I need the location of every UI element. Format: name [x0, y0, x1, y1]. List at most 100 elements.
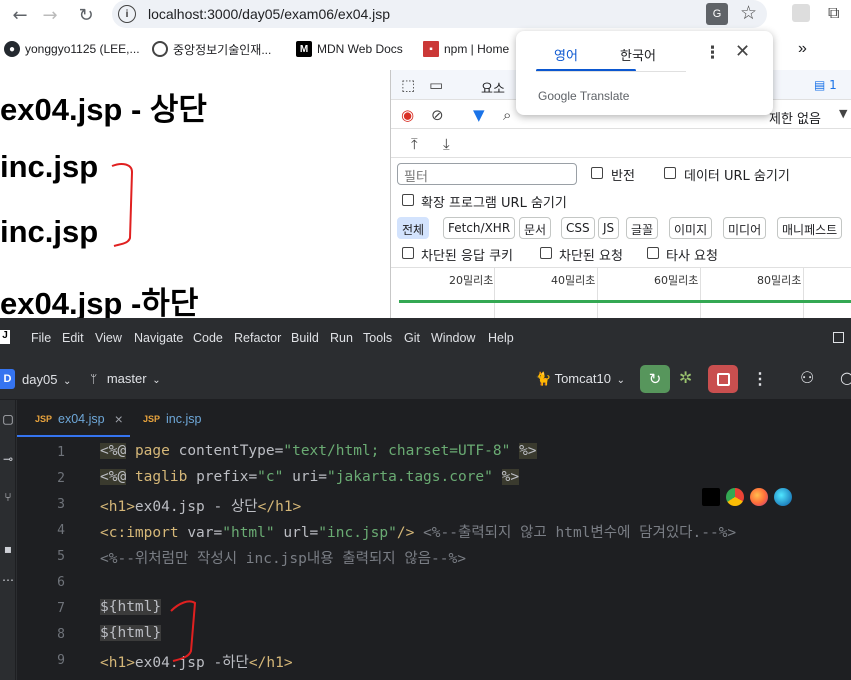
filter-chip-css[interactable]: CSS: [561, 217, 595, 239]
tab-label: inc.jsp: [166, 411, 202, 426]
back-arrow-icon[interactable]: ←: [8, 3, 32, 27]
code-line-2: <%@ taglib prefix="c" uri="jakarta.tags.…: [100, 469, 520, 485]
more-tools-icon[interactable]: …: [0, 570, 16, 584]
timeline-load-bar: [399, 300, 851, 303]
menu-build[interactable]: Build: [291, 331, 319, 345]
menu-run[interactable]: Run: [330, 331, 353, 345]
blocked-requests-checkbox[interactable]: [540, 247, 552, 259]
structure-icon[interactable]: ▪: [0, 542, 16, 556]
tab-elements[interactable]: 요소: [481, 78, 505, 97]
translate-icon[interactable]: G: [706, 3, 728, 25]
project-selector[interactable]: day05 ⌄: [22, 372, 71, 387]
throttle-select[interactable]: 제한 없음: [769, 108, 821, 127]
debug-bug-icon[interactable]: ✲: [679, 368, 692, 387]
bookmark-github[interactable]: ● yonggyo1125 (LEE,...: [4, 40, 140, 58]
hide-extension-url-checkbox[interactable]: [402, 194, 414, 206]
filter-input[interactable]: 필터: [397, 163, 577, 185]
code-editor[interactable]: 1 2 3 4 5 6 7 8 9 <%@ page contentType="…: [17, 437, 851, 680]
address-bar[interactable]: i localhost:3000/day05/exam06/ex04.jsp G…: [112, 0, 767, 28]
invert-checkbox[interactable]: [591, 167, 603, 179]
tab-ex04-jsp[interactable]: JSP ex04.jsp ×: [35, 400, 123, 437]
bookmark-mdn[interactable]: M MDN Web Docs: [296, 40, 403, 58]
reload-icon[interactable]: ↻: [74, 3, 98, 27]
filter-chip-fetch-xhr[interactable]: Fetch/XHR: [443, 217, 516, 239]
translate-tab-target[interactable]: 한국어: [588, 45, 688, 64]
hide-data-url-checkbox[interactable]: [664, 167, 676, 179]
tab-inc-jsp[interactable]: JSP inc.jsp: [143, 400, 201, 437]
line-number: 7: [57, 601, 65, 616]
filter-chip-doc[interactable]: 문서: [519, 217, 552, 239]
filter-chip-image[interactable]: 이미지: [669, 217, 713, 239]
forward-arrow-icon[interactable]: →: [38, 3, 62, 27]
project-folder-icon[interactable]: ▢: [0, 412, 16, 426]
close-icon[interactable]: ✕: [735, 41, 750, 62]
third-party-checkbox[interactable]: [647, 247, 659, 259]
extension-icon[interactable]: [792, 4, 810, 22]
firefox-icon[interactable]: [750, 488, 768, 506]
tab-label: ex04.jsp: [58, 411, 105, 426]
menu-tools[interactable]: Tools: [363, 331, 392, 345]
chevron-down-icon[interactable]: ▼: [839, 107, 847, 120]
ide-toolbar: D day05 ⌄ ᛘ master ⌄ 🐈 Tomcat10 ⌄ ↻ ✲ ⋮ …: [0, 358, 851, 400]
bookmark-label: npm | Home: [444, 42, 510, 56]
filter-chip-all[interactable]: 전체: [397, 217, 430, 239]
inspect-element-icon[interactable]: ⬚: [401, 76, 415, 94]
code-line-1: <%@ page contentType="text/html; charset…: [100, 443, 537, 459]
stop-button[interactable]: [708, 365, 738, 393]
record-icon[interactable]: ◉: [401, 106, 414, 124]
bookmark-jungang[interactable]: 중앙정보기술인재...: [152, 40, 271, 58]
menu-git[interactable]: Git: [404, 331, 420, 345]
menu-edit[interactable]: Edit: [62, 331, 84, 345]
more-vert-icon[interactable]: ⋮: [704, 43, 721, 63]
issues-badge[interactable]: ▤ 1: [814, 78, 837, 92]
commit-icon[interactable]: ⊸: [0, 452, 16, 466]
filter-chip-js[interactable]: JS: [598, 217, 620, 239]
add-user-icon[interactable]: ⚇: [800, 368, 814, 387]
intellij-browser-icon[interactable]: [702, 488, 720, 506]
close-tab-icon[interactable]: ×: [115, 411, 123, 427]
filter-funnel-icon[interactable]: ▼: [473, 106, 485, 124]
import-har-icon[interactable]: ⤒: [411, 135, 418, 153]
menu-window[interactable]: Window: [431, 331, 475, 345]
menu-refactor[interactable]: Refactor: [234, 331, 281, 345]
google-translate-brand: Google Translate: [538, 89, 630, 103]
bookmarks-more[interactable]: »: [798, 40, 807, 58]
clear-icon[interactable]: ⊘: [431, 106, 444, 124]
edge-icon[interactable]: [774, 488, 792, 506]
bookmark-star-icon[interactable]: ☆: [740, 2, 757, 24]
jsp-file-icon: JSP: [143, 413, 161, 424]
maximize-icon[interactable]: [833, 332, 844, 343]
run-config-selector[interactable]: 🐈 Tomcat10 ⌄: [535, 371, 625, 387]
export-har-icon[interactable]: ⤓: [443, 135, 450, 153]
blocked-cookies-checkbox[interactable]: [402, 247, 414, 259]
branch-selector[interactable]: ᛘ master ⌄: [90, 371, 161, 386]
menu-navigate[interactable]: Navigate: [134, 331, 183, 345]
extensions-puzzle-icon[interactable]: ⧉: [828, 3, 839, 23]
search-icon[interactable]: ○: [840, 368, 851, 387]
line-number: 4: [57, 523, 65, 538]
editor-tab-bar: JSP ex04.jsp × JSP inc.jsp: [17, 400, 851, 437]
menu-view[interactable]: View: [95, 331, 122, 345]
run-config-name: Tomcat10: [554, 371, 611, 386]
site-info-icon[interactable]: i: [118, 5, 136, 23]
more-vert-icon[interactable]: ⋮: [752, 369, 768, 389]
code-line-5: <%--위처럼만 작성시 inc.jsp내용 출력되지 않음--%>: [100, 551, 466, 567]
translate-popup: 영어 한국어 ⋮ ✕ Google Translate: [516, 31, 773, 115]
hide-data-url-label: 데이터 URL 숨기기: [684, 169, 790, 184]
network-toolbar-2: ⤒ ⤓: [391, 130, 851, 158]
menu-code[interactable]: Code: [193, 331, 223, 345]
device-toggle-icon[interactable]: ▭: [429, 76, 443, 94]
pull-requests-icon[interactable]: ⑂: [0, 490, 16, 504]
url-text[interactable]: localhost:3000/day05/exam06/ex04.jsp: [148, 6, 390, 22]
menu-help[interactable]: Help: [488, 331, 514, 345]
chrome-icon[interactable]: [726, 488, 744, 506]
filter-chip-font[interactable]: 글꼴: [626, 217, 659, 239]
globe-icon: [152, 41, 168, 57]
timeline-gridline: [803, 268, 804, 319]
filter-chip-media[interactable]: 미디어: [723, 217, 767, 239]
search-icon[interactable]: ⌕: [503, 106, 511, 124]
bookmark-npm[interactable]: ▪ npm | Home: [423, 40, 509, 58]
filter-chip-manifest[interactable]: 매니페스트: [777, 217, 843, 239]
rerun-button[interactable]: ↻: [640, 365, 670, 393]
menu-file[interactable]: File: [31, 331, 51, 345]
